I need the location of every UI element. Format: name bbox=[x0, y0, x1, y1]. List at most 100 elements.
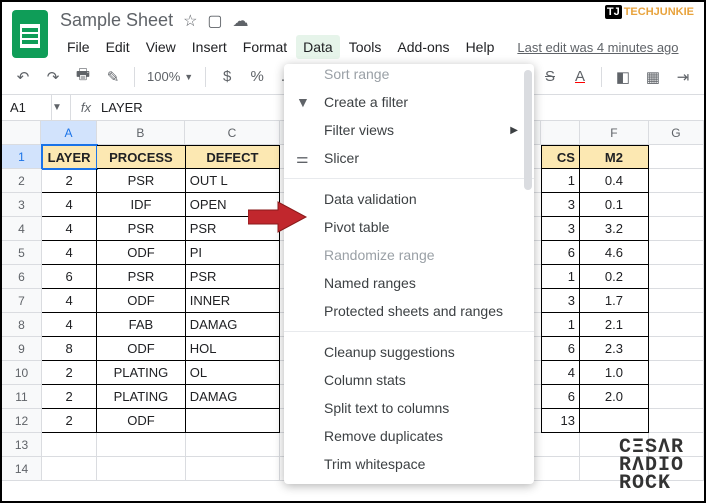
menu-data[interactable]: Data bbox=[296, 35, 340, 59]
cell[interactable]: PLATING bbox=[97, 385, 186, 409]
cell[interactable] bbox=[649, 217, 704, 241]
percent-icon[interactable]: % bbox=[244, 64, 270, 90]
undo-icon[interactable]: ↶ bbox=[10, 64, 36, 90]
cell[interactable]: 4 bbox=[42, 313, 97, 337]
strikethrough-icon[interactable]: S bbox=[537, 64, 563, 90]
menu-edit[interactable]: Edit bbox=[99, 35, 137, 59]
menu-item-remove-duplicates[interactable]: Remove duplicates bbox=[284, 422, 534, 450]
cell[interactable] bbox=[580, 409, 649, 433]
cloud-saved-icon[interactable]: ☁ bbox=[233, 11, 249, 31]
cell[interactable] bbox=[649, 409, 704, 433]
move-icon[interactable]: ▢ bbox=[207, 11, 222, 31]
cell[interactable]: 1 bbox=[541, 313, 580, 337]
cell[interactable]: CS bbox=[541, 145, 580, 169]
menu-insert[interactable]: Insert bbox=[185, 35, 234, 59]
cell[interactable] bbox=[649, 289, 704, 313]
menu-view[interactable]: View bbox=[139, 35, 183, 59]
row-header[interactable]: 11 bbox=[2, 385, 42, 409]
row-header[interactable]: 3 bbox=[2, 193, 42, 217]
cell[interactable]: 0.4 bbox=[580, 169, 649, 193]
cell[interactable]: ODF bbox=[97, 337, 186, 361]
cell[interactable]: PSR bbox=[97, 169, 186, 193]
cell[interactable] bbox=[186, 433, 280, 457]
cell[interactable] bbox=[97, 433, 186, 457]
row-header[interactable]: 2 bbox=[2, 169, 42, 193]
cell[interactable]: 2 bbox=[42, 409, 97, 433]
cell[interactable]: 1 bbox=[541, 265, 580, 289]
cell[interactable] bbox=[649, 361, 704, 385]
cell[interactable]: PSR bbox=[186, 265, 280, 289]
cell[interactable]: 3.2 bbox=[580, 217, 649, 241]
merge-icon[interactable]: ⇥ bbox=[670, 64, 696, 90]
menu-item-trim-whitespace[interactable]: Trim whitespace bbox=[284, 450, 534, 478]
cell[interactable]: LAYER bbox=[42, 145, 97, 169]
menu-item-slicer[interactable]: ⚌Slicer bbox=[284, 144, 534, 172]
cell[interactable] bbox=[649, 241, 704, 265]
cell[interactable] bbox=[649, 313, 704, 337]
cell[interactable]: M2 bbox=[580, 145, 649, 169]
cell[interactable]: 3 bbox=[541, 217, 580, 241]
col-header-G[interactable]: G bbox=[649, 121, 704, 145]
cell[interactable] bbox=[186, 409, 280, 433]
cell[interactable]: IDF bbox=[97, 193, 186, 217]
cell[interactable] bbox=[97, 457, 186, 481]
formula-input[interactable]: LAYER bbox=[101, 100, 143, 115]
cell[interactable]: ODF bbox=[97, 241, 186, 265]
cell[interactable]: DAMAG bbox=[186, 385, 280, 409]
menu-format[interactable]: Format bbox=[236, 35, 294, 59]
cell[interactable] bbox=[541, 433, 580, 457]
cell[interactable]: 1.0 bbox=[580, 361, 649, 385]
row-header[interactable]: 4 bbox=[2, 217, 42, 241]
cell[interactable] bbox=[649, 193, 704, 217]
cell[interactable]: 4 bbox=[42, 241, 97, 265]
cell[interactable] bbox=[649, 385, 704, 409]
name-box-dropdown-icon[interactable]: ▼ bbox=[52, 95, 71, 120]
row-header[interactable]: 5 bbox=[2, 241, 42, 265]
col-header-B[interactable]: B bbox=[97, 121, 186, 145]
col-header-F[interactable]: F bbox=[580, 121, 649, 145]
cell[interactable]: PROCESS bbox=[97, 145, 186, 169]
cell[interactable]: 4 bbox=[42, 217, 97, 241]
cell[interactable]: 8 bbox=[42, 337, 97, 361]
menu-item-named-ranges[interactable]: Named ranges bbox=[284, 269, 534, 297]
row-header[interactable]: 6 bbox=[2, 265, 42, 289]
menu-item-data-validation[interactable]: Data validation bbox=[284, 185, 534, 213]
redo-icon[interactable]: ↷ bbox=[40, 64, 66, 90]
menu-item-split-text-to-columns[interactable]: Split text to columns bbox=[284, 394, 534, 422]
cell[interactable]: 3 bbox=[541, 193, 580, 217]
cell[interactable]: 6 bbox=[42, 265, 97, 289]
cell[interactable]: 4.6 bbox=[580, 241, 649, 265]
cell[interactable]: 6 bbox=[541, 241, 580, 265]
cell[interactable]: 4 bbox=[42, 193, 97, 217]
cell[interactable] bbox=[649, 145, 704, 169]
cell[interactable]: OUT L bbox=[186, 169, 280, 193]
cell[interactable]: 0.1 bbox=[580, 193, 649, 217]
menu-addons[interactable]: Add-ons bbox=[390, 35, 456, 59]
star-icon[interactable]: ☆ bbox=[183, 11, 197, 31]
menu-tools[interactable]: Tools bbox=[342, 35, 389, 59]
menu-file[interactable]: File bbox=[60, 35, 97, 59]
cell[interactable]: HOL bbox=[186, 337, 280, 361]
cell[interactable]: 2.3 bbox=[580, 337, 649, 361]
cell[interactable]: 3 bbox=[541, 289, 580, 313]
col-header-E-partial[interactable] bbox=[541, 121, 580, 145]
cell[interactable]: 2.0 bbox=[580, 385, 649, 409]
col-header-C[interactable]: C bbox=[185, 121, 280, 145]
cell[interactable] bbox=[541, 457, 580, 481]
print-icon[interactable]: 🖶 bbox=[70, 64, 96, 90]
cell[interactable] bbox=[649, 169, 704, 193]
cell[interactable]: 6 bbox=[541, 385, 580, 409]
cell[interactable] bbox=[42, 457, 97, 481]
borders-icon[interactable]: ▦ bbox=[640, 64, 666, 90]
menu-item-cleanup-suggestions[interactable]: Cleanup suggestions bbox=[284, 338, 534, 366]
name-box[interactable]: A1 bbox=[2, 95, 52, 120]
menu-item-create-a-filter[interactable]: ▼Create a filter bbox=[284, 88, 534, 116]
fill-color-icon[interactable]: ◧ bbox=[610, 64, 636, 90]
menu-item-filter-views[interactable]: Filter views▶ bbox=[284, 116, 534, 144]
cell[interactable]: DAMAG bbox=[186, 313, 280, 337]
cell[interactable]: 6 bbox=[541, 337, 580, 361]
cell[interactable]: PLATING bbox=[97, 361, 186, 385]
row-header[interactable]: 8 bbox=[2, 313, 42, 337]
row-header[interactable]: 1 bbox=[2, 145, 42, 169]
row-header[interactable]: 9 bbox=[2, 337, 42, 361]
